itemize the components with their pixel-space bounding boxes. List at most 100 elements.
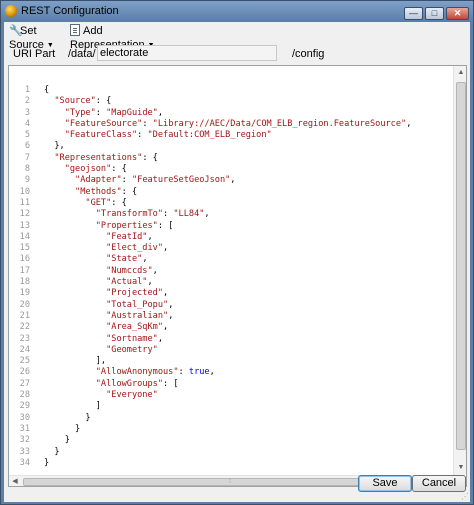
code-line[interactable]: 16 "State", <box>9 254 454 265</box>
code-line[interactable]: 1{ <box>9 85 454 96</box>
save-button[interactable]: Save <box>358 475 412 492</box>
code-line[interactable]: 2 "Source": { <box>9 96 454 107</box>
minimize-button[interactable]: — <box>404 7 423 20</box>
line-number: 10 <box>19 186 30 197</box>
code-text[interactable]: "FeatId", <box>44 232 153 243</box>
code-line[interactable]: 6 }, <box>9 141 454 152</box>
line-number: 6 <box>24 141 30 152</box>
code-text[interactable]: } <box>44 447 59 458</box>
toolbar: 🔧Set Source▼ Add Representation▼ <box>4 22 470 51</box>
code-line[interactable]: 18 "Actual", <box>9 277 454 288</box>
code-line[interactable]: 26 "AllowAnonymous": true, <box>9 367 454 378</box>
code-line[interactable]: 3 "Type": "MapGuide", <box>9 108 454 119</box>
code-text[interactable]: "Total_Popu", <box>44 300 173 311</box>
line-number: 20 <box>19 299 30 310</box>
code-text[interactable]: "Elect_div", <box>44 243 168 254</box>
code-text[interactable]: "geojson": { <box>44 164 127 175</box>
set-source-menu[interactable]: 🔧Set Source ▼ <box>9 24 72 51</box>
code-text[interactable]: "State", <box>44 254 147 265</box>
code-text[interactable]: "Numccds", <box>44 266 158 277</box>
code-text[interactable]: "Adapter": "FeatureSetGeoJson", <box>44 175 235 186</box>
code-text[interactable]: }, <box>44 141 64 152</box>
code-text[interactable]: } <box>44 413 90 424</box>
code-text[interactable]: "Methods": { <box>44 187 137 198</box>
code-line[interactable]: 4 "FeatureSource": "Library://AEC/Data/C… <box>9 119 454 130</box>
code-text[interactable]: ], <box>44 356 106 367</box>
code-text[interactable]: "Everyone" <box>44 390 158 401</box>
code-text[interactable]: "Properties": [ <box>44 221 174 232</box>
title-bar[interactable]: REST Configuration — □ ✕ <box>1 1 473 22</box>
code-text[interactable]: "Projected", <box>44 288 168 299</box>
code-line[interactable]: 15 "Elect_div", <box>9 243 454 254</box>
code-line[interactable]: 29 ] <box>9 401 454 412</box>
maximize-button[interactable]: □ <box>425 7 444 20</box>
code-line[interactable]: 30 } <box>9 413 454 424</box>
code-lines[interactable]: 1{2 "Source": {3 "Type": "MapGuide", 4 "F… <box>9 85 454 469</box>
code-text[interactable]: "GET": { <box>44 198 126 209</box>
add-representation-menu[interactable]: Add Representation▼ <box>70 24 166 51</box>
line-number: 12 <box>19 209 30 220</box>
code-line[interactable]: 14 "FeatId", <box>9 232 454 243</box>
app-icon <box>5 5 17 17</box>
code-text[interactable]: { <box>44 85 49 96</box>
code-line[interactable]: 8 "geojson": { <box>9 164 454 175</box>
code-line[interactable]: 32 } <box>9 435 454 446</box>
code-line[interactable]: 11 "GET": { <box>9 198 454 209</box>
vertical-scrollbar[interactable]: ▲ ▼ <box>453 66 466 475</box>
code-line[interactable]: 28 "Everyone" <box>9 390 454 401</box>
code-text[interactable]: "FeatureSource": "Library://AEC/Data/COM… <box>44 119 412 130</box>
line-number: 15 <box>19 243 30 254</box>
code-text[interactable]: "Area_SqKm", <box>44 322 168 333</box>
code-line[interactable]: 21 "Australian", <box>9 311 454 322</box>
code-line[interactable]: 17 "Numccds", <box>9 266 454 277</box>
code-line[interactable]: 19 "Projected", <box>9 288 454 299</box>
code-text[interactable]: "FeatureClass": "Default:COM_ELB_region" <box>44 130 272 141</box>
code-text[interactable]: "Type": "MapGuide", <box>44 108 163 119</box>
code-text[interactable]: "Representations": { <box>44 153 158 164</box>
code-line[interactable]: 31 } <box>9 424 454 435</box>
code-line[interactable]: 10 "Methods": { <box>9 187 454 198</box>
line-number: 31 <box>19 423 30 434</box>
code-text[interactable]: } <box>44 424 80 435</box>
code-text[interactable]: "AllowAnonymous": true, <box>44 367 215 378</box>
code-line[interactable]: 34} <box>9 458 454 469</box>
code-line[interactable]: 5 "FeatureClass": "Default:COM_ELB_regio… <box>9 130 454 141</box>
vertical-scroll-thumb[interactable] <box>456 82 466 450</box>
code-line[interactable]: 9 "Adapter": "FeatureSetGeoJson", <box>9 175 454 186</box>
scroll-down-icon[interactable]: ▼ <box>454 461 466 475</box>
code-line[interactable]: 13 "Properties": [ <box>9 221 454 232</box>
line-number: 23 <box>19 333 30 344</box>
code-text[interactable]: "Source": { <box>44 96 111 107</box>
code-line[interactable]: 24 "Geometry" <box>9 345 454 356</box>
code-text[interactable]: ] <box>44 401 101 412</box>
code-line[interactable]: 20 "Total_Popu", <box>9 300 454 311</box>
json-editor[interactable]: 1{2 "Source": {3 "Type": "MapGuide", 4 "F… <box>8 65 467 487</box>
code-text[interactable]: "Actual", <box>44 277 153 288</box>
code-text[interactable]: } <box>44 435 70 446</box>
uri-suffix: /config <box>292 48 325 60</box>
line-number: 7 <box>24 152 30 163</box>
cancel-button[interactable]: Cancel <box>412 475 466 492</box>
code-text[interactable]: "Sortname", <box>44 334 163 345</box>
close-button[interactable]: ✕ <box>446 7 469 20</box>
uri-part-label: URI Part <box>13 48 56 60</box>
code-text[interactable]: "Geometry" <box>44 345 158 356</box>
scroll-up-icon[interactable]: ▲ <box>454 66 466 80</box>
code-text[interactable]: "AllowGroups": [ <box>44 379 179 390</box>
line-number: 30 <box>19 412 30 423</box>
code-line[interactable]: 7 "Representations": { <box>9 153 454 164</box>
resize-grip-icon[interactable]: ⋰ <box>461 492 469 501</box>
code-line[interactable]: 22 "Area_SqKm", <box>9 322 454 333</box>
code-line[interactable]: 27 "AllowGroups": [ <box>9 379 454 390</box>
code-line[interactable]: 25 ], <box>9 356 454 367</box>
scroll-left-icon[interactable]: ◀ <box>9 476 21 486</box>
code-text[interactable]: } <box>44 458 49 469</box>
code-text[interactable]: "TransformTo": "LL84", <box>44 209 210 220</box>
code-line[interactable]: 23 "Sortname", <box>9 334 454 345</box>
line-number: 22 <box>19 322 30 333</box>
line-number: 13 <box>19 220 30 231</box>
code-line[interactable]: 12 "TransformTo": "LL84", <box>9 209 454 220</box>
code-line[interactable]: 33 } <box>9 447 454 458</box>
code-text[interactable]: "Australian", <box>44 311 173 322</box>
uri-part-input[interactable] <box>97 45 277 61</box>
